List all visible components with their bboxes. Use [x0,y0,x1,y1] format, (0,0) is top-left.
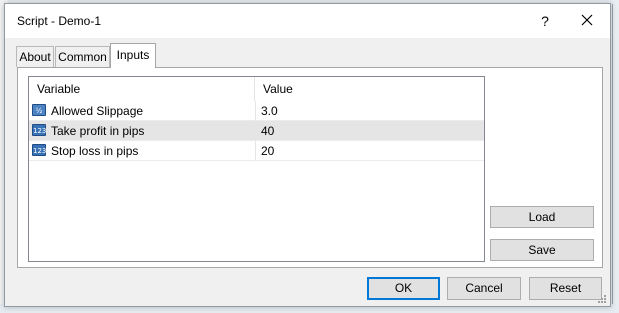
dialog-title: Script - Demo-1 [17,14,102,28]
variable-value[interactable]: 3.0 [261,101,278,121]
tab-about[interactable]: About [16,46,54,67]
column-divider [255,121,256,141]
column-header-variable[interactable]: Variable [29,77,255,101]
table-row[interactable]: ½ Allowed Slippage 3.0 [29,101,484,121]
inputs-tab-panel: Variable Value ½ Allowed Slippage 3.0 12… [17,67,603,268]
column-header-value[interactable]: Value [255,77,484,101]
ok-button[interactable]: OK [367,277,440,300]
background-chart-gridline [612,4,613,309]
table-row[interactable]: 123 Take profit in pips 40 [29,121,484,141]
script-dialog: Script - Demo-1 ? About Common Inputs Va… [4,3,611,307]
tab-common[interactable]: Common [55,46,110,67]
column-divider [255,101,256,121]
variable-value[interactable]: 40 [261,121,274,141]
dialog-body: About Common Inputs Variable Value ½ All… [5,38,610,306]
resize-grip-icon[interactable] [597,293,607,303]
load-button[interactable]: Load [490,206,594,228]
fraction-type-icon: ½ [32,104,46,116]
variable-value[interactable]: 20 [261,141,274,161]
help-button[interactable]: ? [535,11,555,31]
inputs-list[interactable]: Variable Value ½ Allowed Slippage 3.0 12… [28,76,485,262]
reset-button[interactable]: Reset [529,277,602,300]
column-divider [255,141,256,161]
list-header: Variable Value [29,77,484,101]
cancel-button[interactable]: Cancel [447,277,521,300]
variable-name: Allowed Slippage [51,104,144,118]
variable-name: Stop loss in pips [51,144,139,158]
variable-name: Take profit in pips [51,124,145,138]
save-button[interactable]: Save [490,239,594,261]
integer-type-icon: 123 [32,124,46,136]
close-icon[interactable] [576,9,598,31]
tab-inputs[interactable]: Inputs [110,43,156,68]
table-row[interactable]: 123 Stop loss in pips 20 [29,141,484,161]
integer-type-icon: 123 [32,144,46,156]
dialog-titlebar[interactable]: Script - Demo-1 ? [5,4,610,38]
